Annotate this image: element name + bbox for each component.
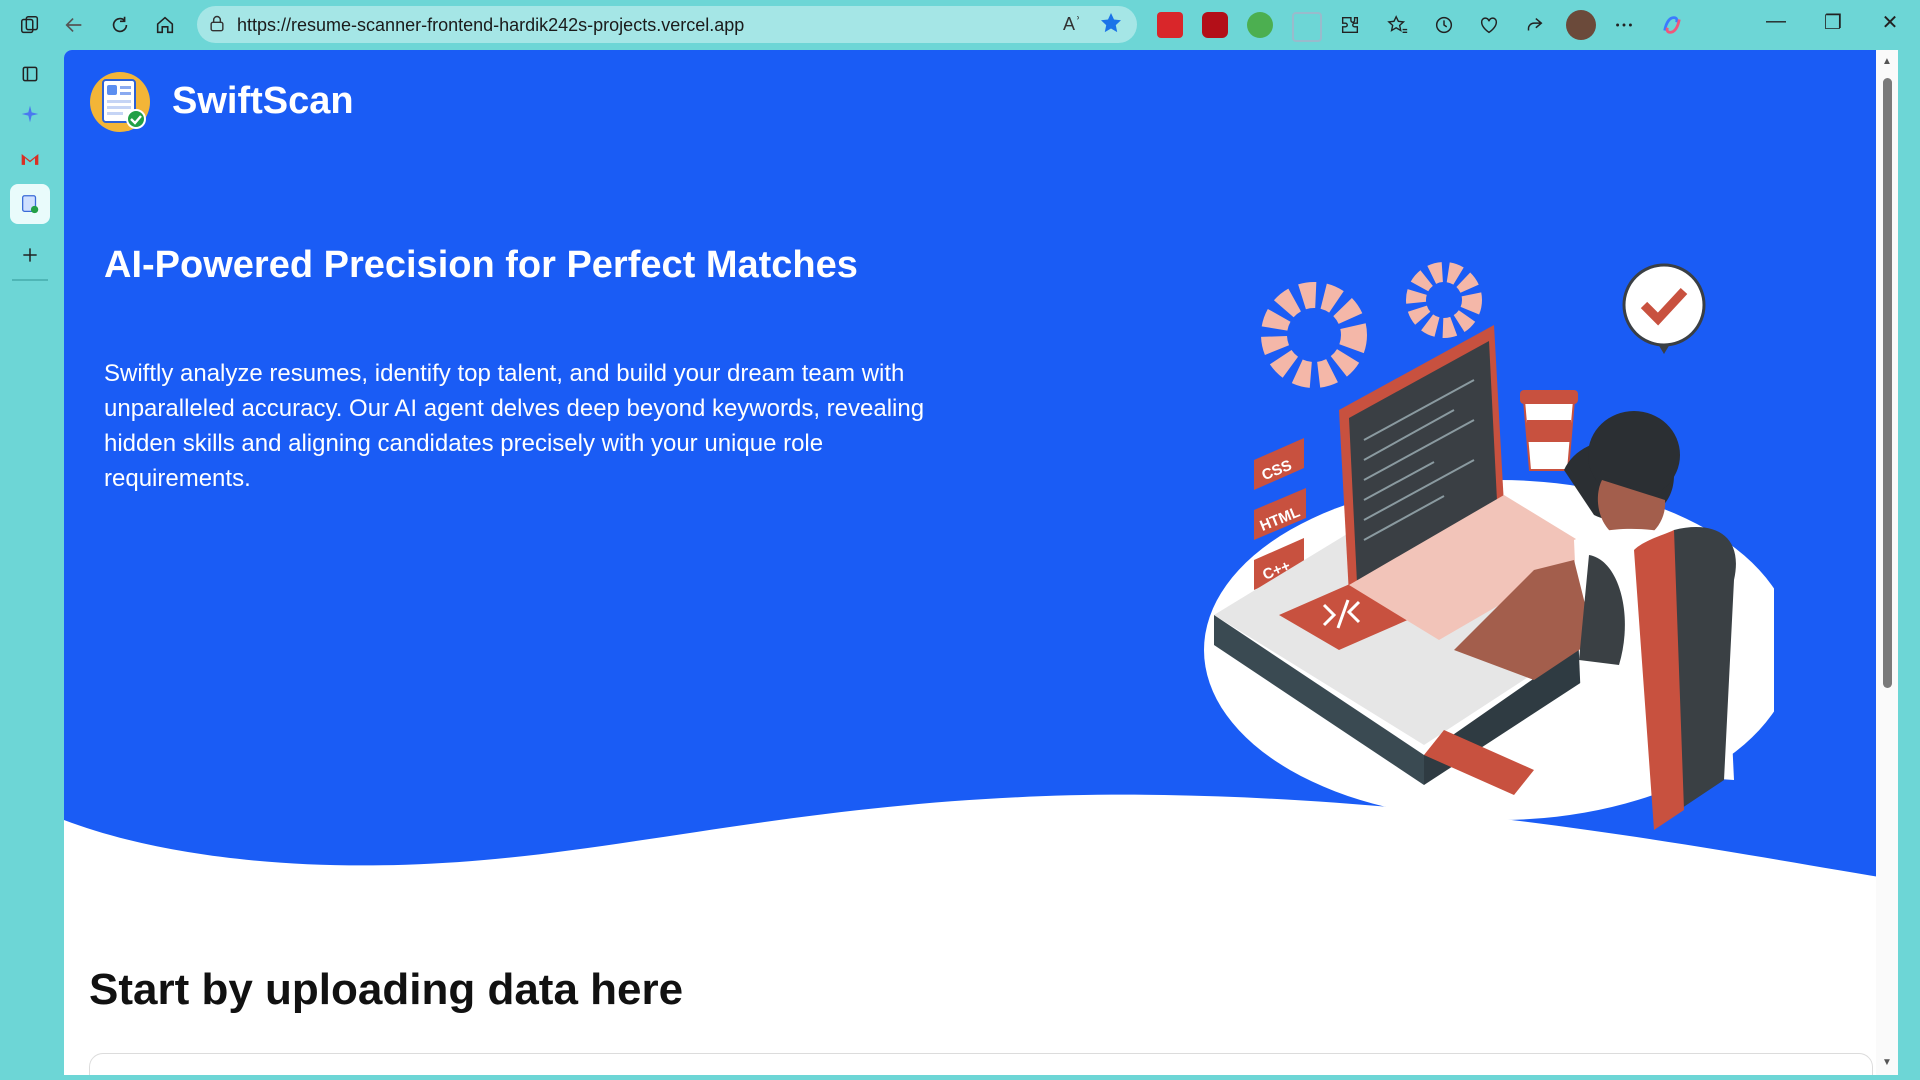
more-options-icon[interactable] bbox=[1608, 9, 1640, 41]
gmail-icon[interactable] bbox=[10, 139, 50, 179]
pdf-extension-icon[interactable] bbox=[1157, 12, 1183, 38]
swiftscan-logo[interactable] bbox=[90, 72, 150, 132]
sidebar-divider bbox=[12, 279, 48, 281]
history-icon[interactable] bbox=[1428, 9, 1460, 41]
brand-name[interactable]: SwiftScan bbox=[172, 80, 354, 123]
favorite-star-icon[interactable] bbox=[1099, 11, 1123, 35]
gear-icon bbox=[1261, 282, 1367, 388]
home-icon[interactable] bbox=[149, 9, 181, 41]
vertical-tabs-icon[interactable] bbox=[10, 54, 50, 94]
browser-titlebar: https://resume-scanner-frontend-hardik24… bbox=[0, 0, 1920, 50]
upload-section-title: Start by uploading data here bbox=[89, 965, 684, 1014]
read-aloud-icon[interactable]: Aʾ bbox=[1063, 14, 1081, 35]
scroll-thumb[interactable] bbox=[1883, 78, 1892, 688]
page-scrollbar[interactable]: ▲ ▼ bbox=[1876, 50, 1898, 1075]
scroll-down-arrow-icon[interactable]: ▼ bbox=[1881, 1057, 1893, 1069]
lock-icon[interactable] bbox=[207, 14, 227, 34]
share-icon[interactable] bbox=[1518, 9, 1550, 41]
upload-card[interactable] bbox=[89, 1053, 1873, 1075]
url-text[interactable]: https://resume-scanner-frontend-hardik24… bbox=[237, 15, 744, 36]
minimize-button[interactable]: — bbox=[1756, 10, 1796, 38]
browser-sidebar bbox=[0, 50, 60, 1080]
scroll-up-arrow-icon[interactable]: ▲ bbox=[1881, 56, 1893, 68]
ublock-icon[interactable] bbox=[1202, 12, 1228, 38]
hero-description: Swiftly analyze resumes, identify top ta… bbox=[104, 360, 925, 492]
page-viewport: SwiftScan AI-Powered Precision for Perfe… bbox=[64, 50, 1898, 1075]
sidebar-tab-swiftscan[interactable] bbox=[10, 184, 50, 224]
extension-globe-icon[interactable] bbox=[1247, 12, 1273, 38]
extension-doc-icon[interactable] bbox=[1292, 12, 1322, 42]
copilot-sparkle-icon[interactable] bbox=[10, 94, 50, 134]
code-tag-css: CSS bbox=[1254, 438, 1304, 490]
extensions-puzzle-icon[interactable] bbox=[1334, 9, 1366, 41]
check-badge-icon bbox=[1622, 263, 1706, 354]
add-icon[interactable] bbox=[10, 235, 50, 275]
close-window-button[interactable]: ✕ bbox=[1870, 10, 1910, 38]
gear-icon bbox=[1406, 262, 1482, 338]
hero-headline: AI-Powered Precision for Perfect Matches bbox=[104, 244, 858, 286]
profile-avatar[interactable] bbox=[1566, 10, 1596, 40]
copilot-icon[interactable] bbox=[1656, 9, 1688, 41]
favorites-icon[interactable] bbox=[1382, 9, 1414, 41]
hero-section: SwiftScan AI-Powered Precision for Perfe… bbox=[64, 50, 1898, 950]
refresh-icon[interactable] bbox=[104, 9, 136, 41]
restore-button[interactable]: ❐ bbox=[1813, 10, 1853, 38]
developer-illustration: CSS HTML C++ bbox=[1204, 262, 1774, 830]
workspaces-icon[interactable] bbox=[14, 9, 46, 41]
address-bar[interactable]: https://resume-scanner-frontend-hardik24… bbox=[197, 6, 1137, 43]
health-heart-icon[interactable] bbox=[1473, 9, 1505, 41]
back-icon[interactable] bbox=[58, 9, 90, 41]
